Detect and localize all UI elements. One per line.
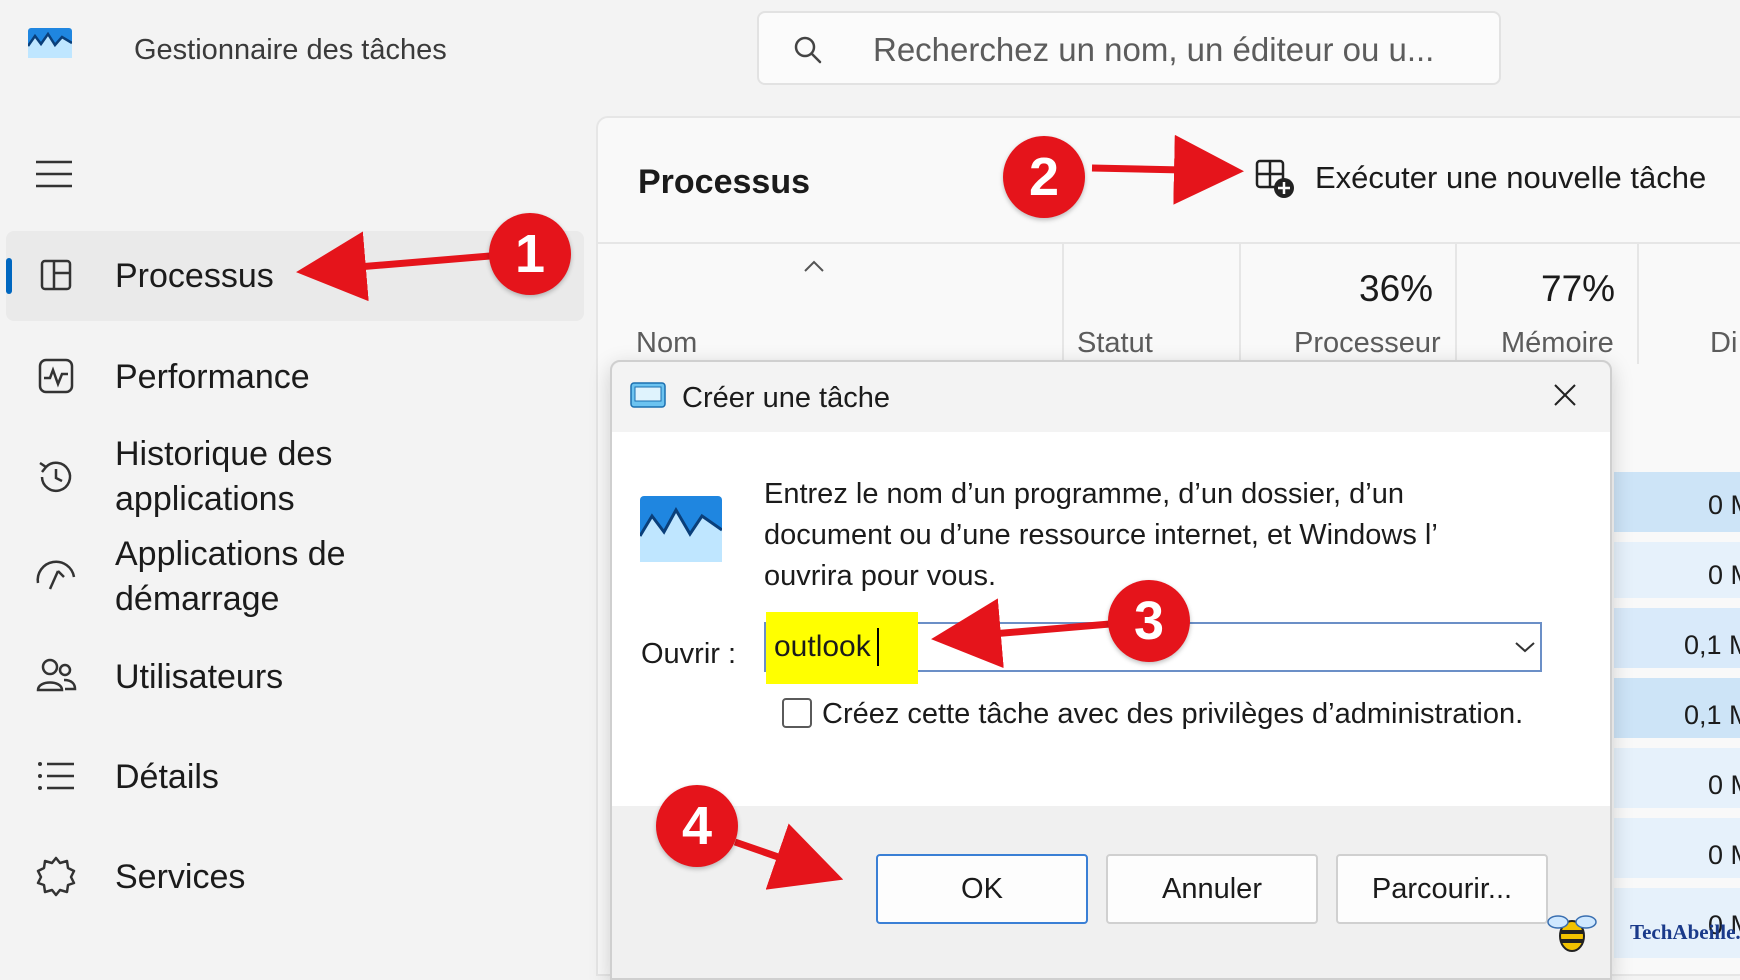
sidebar-item-label-line2: applications (115, 480, 295, 518)
column-separator (1637, 244, 1639, 364)
chevron-down-icon[interactable] (1514, 640, 1536, 654)
memory-value: 0,1 M (1684, 700, 1740, 730)
hamburger-menu-icon[interactable] (34, 158, 74, 190)
search-icon (794, 36, 822, 64)
sidebar-item-label-line1: Applications de (115, 535, 346, 573)
run-dialog-icon (630, 382, 666, 408)
sidebar-item-services[interactable]: Services (6, 832, 584, 922)
sidebar-item-performance[interactable]: Performance (6, 332, 584, 422)
header-divider (598, 242, 1740, 244)
active-indicator (6, 258, 12, 294)
sort-ascending-icon[interactable] (803, 259, 825, 273)
new-task-icon[interactable] (1254, 158, 1296, 200)
sidebar-item-label: Détails (115, 758, 219, 796)
page-title: Processus (638, 163, 810, 201)
column-header-name[interactable]: Nom (636, 327, 697, 360)
new-task-button[interactable]: Exécuter une nouvelle tâche (1315, 160, 1706, 196)
annotation-badge-4: 4 (656, 785, 738, 867)
open-input[interactable]: outlook (774, 630, 871, 664)
open-label: Ouvrir : (641, 638, 737, 670)
processes-icon (40, 259, 72, 291)
column-header-memory[interactable]: Mémoire (1501, 327, 1614, 360)
services-icon (36, 856, 76, 897)
sidebar-item-label-line2: démarrage (115, 580, 280, 618)
app-history-icon (39, 461, 72, 493)
sidebar-item-users[interactable]: Utilisateurs (6, 632, 584, 722)
close-icon[interactable] (1550, 380, 1580, 410)
column-header-disk[interactable]: Di (1710, 327, 1737, 360)
annotation-badge-3: 3 (1108, 580, 1190, 662)
performance-icon (38, 358, 74, 394)
dialog-title: Créer une tâche (682, 382, 890, 414)
cpu-percentage: 36% (1359, 268, 1434, 309)
admin-privileges-label: Créez cette tâche avec des privilèges d’… (822, 698, 1524, 730)
memory-value: 0 M (1708, 560, 1740, 590)
sidebar-item-details[interactable]: Détails (6, 732, 584, 822)
sidebar-item-label: Performance (115, 358, 310, 396)
ok-button[interactable]: OK (876, 854, 1088, 924)
sidebar-item-app-history[interactable]: Historique des applications (6, 430, 584, 526)
browse-button[interactable]: Parcourir... (1336, 854, 1548, 924)
column-separator (1239, 244, 1241, 364)
admin-privileges-checkbox[interactable] (782, 698, 812, 728)
create-task-dialog: Créer une tâche Entrez le nom d’un progr… (610, 360, 1612, 980)
memory-value: 0 M (1708, 770, 1740, 800)
task-manager-icon (640, 496, 722, 562)
startup-apps-icon (36, 560, 76, 590)
app-title: Gestionnaire des tâches (134, 34, 447, 66)
watermark-text: TechAbeille.FR (1630, 920, 1740, 944)
search-input[interactable]: Recherchez un nom, un éditeur ou u... (873, 31, 1434, 69)
sidebar-item-label: Processus (115, 257, 274, 295)
task-manager-app-icon (28, 28, 72, 58)
sidebar-item-label: Services (115, 858, 246, 896)
dialog-titlebar: Créer une tâche (612, 362, 1610, 432)
dialog-message: Entrez le nom d’un programme, d’un dossi… (764, 478, 1437, 592)
memory-value: 0 M (1708, 840, 1740, 870)
memory-value: 0,1 M (1684, 630, 1740, 660)
sidebar-item-label-line1: Historique des (115, 435, 333, 473)
sidebar-item-label: Utilisateurs (115, 658, 284, 696)
text-caret (877, 628, 879, 666)
cancel-button[interactable]: Annuler (1106, 854, 1318, 924)
sidebar-item-startup-apps[interactable]: Applications de démarrage (6, 530, 584, 626)
memory-percentage: 77% (1541, 268, 1616, 309)
column-header-status[interactable]: Statut (1077, 327, 1153, 360)
column-header-cpu[interactable]: Processeur (1294, 327, 1441, 360)
column-separator (1455, 244, 1457, 364)
column-separator (1062, 244, 1064, 364)
users-icon (36, 658, 77, 692)
search-box[interactable]: Recherchez un nom, un éditeur ou u... (757, 11, 1501, 85)
annotation-badge-1: 1 (489, 213, 571, 295)
details-icon (38, 762, 74, 790)
annotation-badge-2: 2 (1003, 136, 1085, 218)
memory-value: 0 M (1708, 490, 1740, 520)
